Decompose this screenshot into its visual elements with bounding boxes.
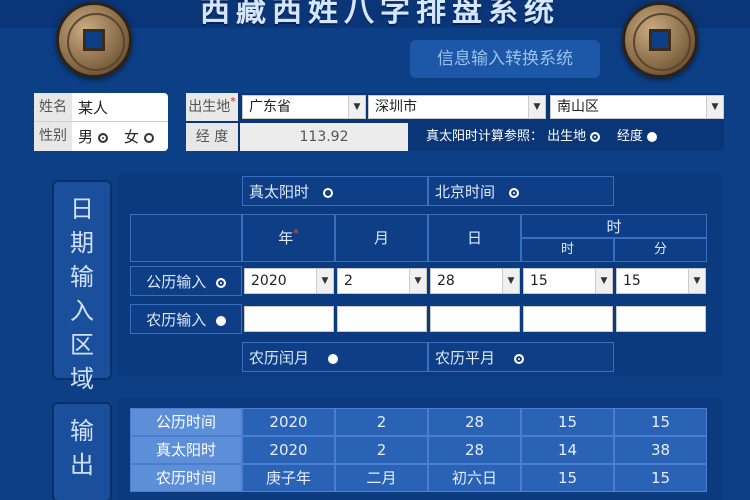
ref-birthplace-label: 出生地 [547, 129, 587, 144]
lunar-input-option[interactable]: 农历输入 [130, 304, 242, 334]
lunar-normal-month-option[interactable]: 农历平月 [428, 342, 614, 372]
output-cell: 15 [614, 464, 707, 492]
beijing-time-radio[interactable] [509, 187, 520, 198]
header-hour: 时 [521, 238, 614, 262]
gregorian-day-select[interactable]: 28 ▼ [430, 268, 520, 294]
chevron-down-icon: ▼ [409, 269, 426, 293]
output-cell: 初六日 [428, 464, 521, 492]
output-cell: 庚子年 [242, 464, 335, 492]
district-select[interactable]: 南山区 ▼ [550, 95, 724, 119]
solar-ref-label: 真太阳时计算参照： [426, 129, 544, 144]
output-cell: 28 [428, 436, 521, 464]
gender-label: 性别 [34, 122, 72, 151]
name-label: 姓名 [34, 93, 72, 121]
normal-month-radio[interactable] [514, 353, 525, 364]
ref-longitude-radio[interactable] [647, 131, 657, 142]
gregorian-hour-select[interactable]: 15 ▼ [523, 268, 613, 294]
header-year: 年* [242, 214, 335, 262]
output-row-label: 真太阳时 [130, 436, 242, 464]
longitude-label: 经 度 [186, 123, 238, 151]
name-input[interactable]: 某人 [78, 97, 162, 119]
output-cell: 15 [614, 408, 707, 436]
subtitle: 信息输入转换系统 [410, 40, 600, 78]
header-minute: 分 [614, 238, 707, 262]
header-month: 月 [335, 214, 428, 262]
ref-birthplace-radio[interactable] [590, 131, 601, 142]
person-panel: 姓名 某人 性别 男 女 [34, 93, 168, 151]
output-cell: 15 [521, 464, 614, 492]
gender-male-option[interactable]: 男 [78, 126, 118, 148]
chevron-down-icon: ▼ [528, 96, 545, 118]
output-cell: 14 [521, 436, 614, 464]
lunar-hour-select[interactable] [523, 306, 613, 332]
output-side-label: 输 出 [54, 404, 110, 500]
chevron-down-icon: ▼ [688, 269, 705, 293]
coin-icon-left [56, 2, 132, 78]
gregorian-input-option[interactable]: 公历输入 [130, 266, 242, 296]
time-mode-solar[interactable]: 真太阳时 [242, 176, 428, 206]
output-cell: 28 [428, 408, 521, 436]
solar-ref-row: 真太阳时计算参照： 出生地 经度 [426, 125, 724, 149]
date-input-side-label: 日 期 输 入 区 域 [54, 182, 110, 393]
gregorian-year-select[interactable]: 2020 ▼ [244, 268, 334, 294]
birthplace-label: 出生地* [186, 93, 238, 121]
gregorian-month-select[interactable]: 2 ▼ [337, 268, 427, 294]
birthplace-panel: 出生地* 广东省 ▼ 深圳市 ▼ 南山区 ▼ 经 度 113.92 真太阳时计算参照：… [186, 93, 724, 151]
output-cell: 2020 [242, 408, 335, 436]
output-row-label: 公历时间 [130, 408, 242, 436]
lunar-day-select[interactable] [430, 306, 520, 332]
female-radio[interactable] [143, 132, 154, 143]
output-cell: 2 [335, 408, 428, 436]
gender-female-option[interactable]: 女 [124, 126, 168, 148]
city-select[interactable]: 深圳市 ▼ [368, 95, 546, 119]
lunar-year-select[interactable] [244, 306, 334, 332]
province-select[interactable]: 广东省 ▼ [242, 95, 366, 119]
longitude-input[interactable]: 113.92 [240, 123, 408, 151]
gregorian-minute-select[interactable]: 15 ▼ [616, 268, 706, 294]
output-cell: 15 [521, 408, 614, 436]
lunar-leap-month-option[interactable]: 农历闰月 [242, 342, 428, 372]
chevron-down-icon: ▼ [502, 269, 519, 293]
header-time: 时 [521, 214, 707, 238]
output-cell: 2020 [242, 436, 335, 464]
chevron-down-icon: ▼ [595, 269, 612, 293]
output-cell: 38 [614, 436, 707, 464]
output-row-label: 农历时间 [130, 464, 242, 492]
header-blank [130, 214, 242, 262]
app-title: 西藏西姓八字排盘系统 [200, 0, 560, 29]
time-mode-beijing[interactable]: 北京时间 [428, 176, 614, 206]
ref-longitude-label: 经度 [616, 129, 643, 144]
lunar-minute-select[interactable] [616, 306, 706, 332]
header-day: 日 [428, 214, 521, 262]
chevron-down-icon: ▼ [348, 96, 365, 118]
male-label: 男 [78, 128, 94, 146]
chevron-down-icon: ▼ [316, 269, 333, 293]
coin-icon-right [622, 2, 698, 78]
leap-month-radio[interactable] [328, 353, 339, 364]
chevron-down-icon: ▼ [706, 96, 723, 118]
output-cell: 2 [335, 436, 428, 464]
lunar-radio[interactable] [215, 315, 226, 326]
gregorian-radio[interactable] [215, 277, 226, 288]
female-label: 女 [124, 128, 140, 146]
solar-time-radio[interactable] [323, 187, 334, 198]
male-radio[interactable] [97, 132, 108, 143]
lunar-month-select[interactable] [337, 306, 427, 332]
output-cell: 二月 [335, 464, 428, 492]
